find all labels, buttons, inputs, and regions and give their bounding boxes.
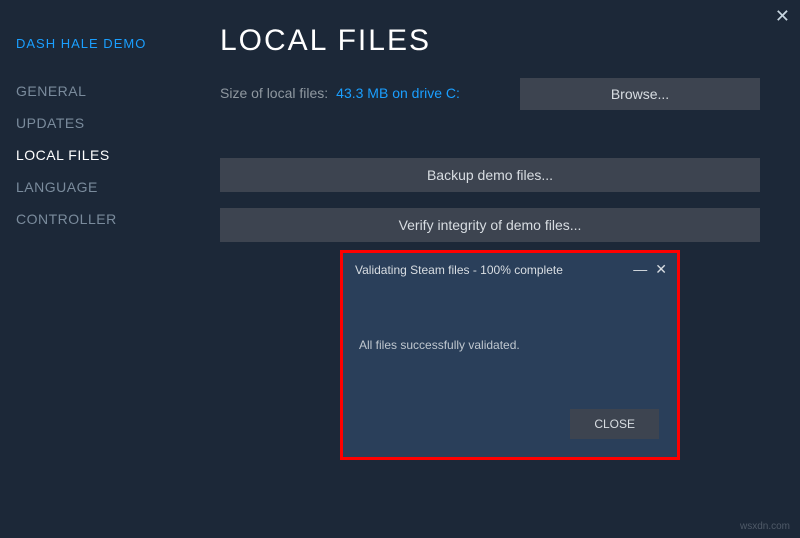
nav-general[interactable]: GENERAL: [16, 75, 200, 107]
dialog-titlebar[interactable]: Validating Steam files - 100% complete —…: [343, 253, 677, 282]
validation-dialog: Validating Steam files - 100% complete —…: [340, 250, 680, 460]
browse-button[interactable]: Browse...: [520, 78, 760, 110]
nav-controller[interactable]: CONTROLLER: [16, 203, 200, 235]
nav-updates[interactable]: UPDATES: [16, 107, 200, 139]
watermark: wsxdn.com: [740, 521, 790, 532]
dialog-controls: — ✕: [633, 261, 667, 278]
main-panel: LOCAL FILES Size of local files: 43.3 MB…: [220, 0, 780, 258]
nav-local-files[interactable]: LOCAL FILES: [16, 139, 200, 171]
backup-button[interactable]: Backup demo files...: [220, 158, 760, 192]
page-title: LOCAL FILES: [220, 24, 780, 58]
dialog-title: Validating Steam files - 100% complete: [355, 263, 563, 277]
size-value-link[interactable]: 43.3 MB on drive C:: [336, 85, 460, 101]
sidebar: DASH HALE DEMO GENERAL UPDATES LOCAL FIL…: [0, 0, 200, 538]
size-label: Size of local files:: [220, 85, 328, 101]
game-title: DASH HALE DEMO: [16, 36, 200, 51]
dialog-message: All files successfully validated.: [343, 282, 677, 352]
verify-button[interactable]: Verify integrity of demo files...: [220, 208, 760, 242]
nav-language[interactable]: LANGUAGE: [16, 171, 200, 203]
dialog-footer: CLOSE: [570, 409, 659, 439]
close-icon[interactable]: ✕: [655, 261, 667, 278]
dialog-close-button[interactable]: CLOSE: [570, 409, 659, 439]
minimize-icon[interactable]: —: [633, 261, 647, 278]
